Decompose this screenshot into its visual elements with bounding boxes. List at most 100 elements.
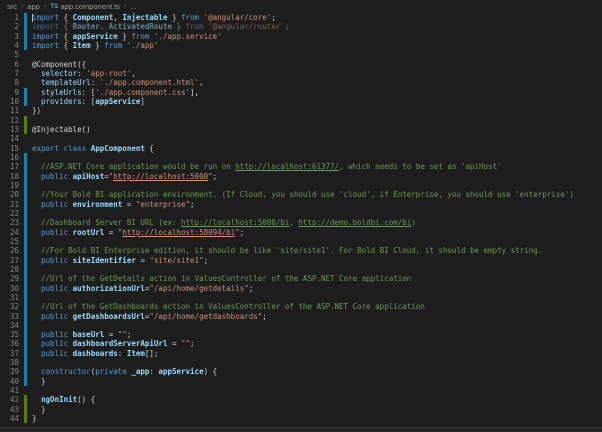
code-line[interactable]: 6@Component({ [0, 60, 602, 69]
git-modified-indicator [24, 339, 27, 348]
chevron-right-icon: › [21, 3, 23, 10]
code-token: from [131, 32, 149, 41]
code-line[interactable]: 12 [0, 116, 602, 125]
code-line[interactable]: 39 constructor(private _app: appService)… [0, 367, 602, 376]
code-line[interactable]: 20 //Your Bold BI application environmen… [0, 190, 602, 199]
code-line[interactable]: 15export class AppComponent { [0, 144, 602, 153]
code-token: = [136, 256, 150, 265]
line-number: 22 [0, 209, 24, 218]
code-token: = [104, 330, 118, 339]
line-number: 11 [0, 106, 24, 115]
code-token: []; [145, 349, 159, 358]
code-line[interactable]: 11}) [0, 106, 602, 115]
code-line[interactable]: 34 [0, 321, 602, 330]
breadcrumb-item-symbol[interactable]: ... [130, 2, 136, 11]
git-modified-indicator [24, 302, 27, 311]
code-token: ; [249, 284, 254, 293]
breadcrumb-item-app[interactable]: app [27, 2, 40, 11]
code-token: import [32, 41, 59, 50]
code-line[interactable]: 8 templateUrl: './app.component.html', [0, 78, 602, 87]
code-line[interactable]: 19 [0, 181, 602, 190]
line-number: 16 [0, 153, 24, 162]
code-line[interactable]: 44} [0, 414, 602, 423]
code-line[interactable]: 35 public baseUrl = ""; [0, 330, 602, 339]
code-token: @Injectable() [32, 125, 91, 134]
code-line[interactable]: 36 public dashboardServerApiUrl = ""; [0, 339, 602, 348]
code-line[interactable]: 3import { appService } from './app.servi… [0, 32, 602, 41]
code-line[interactable]: 31 [0, 293, 602, 302]
code-token: rootUrl [73, 228, 105, 237]
code-token: './app.service' [154, 32, 222, 41]
code-line[interactable]: 7 selector: 'app-root', [0, 69, 602, 78]
code-editor[interactable]: 1import { Component, Injectable } from '… [0, 13, 602, 427]
code-line[interactable]: 25 [0, 237, 602, 246]
code-line[interactable]: 2import { Router, ActivatedRoute } from … [0, 22, 602, 31]
code-line[interactable]: 26 //For Bold BI Enterprise edition, it … [0, 246, 602, 255]
code-token: '@angular/core' [204, 13, 272, 22]
code-token: { [59, 22, 73, 31]
code-token: public [41, 172, 68, 181]
code-line[interactable]: 41 [0, 386, 602, 395]
code-line[interactable]: 43 } [0, 405, 602, 414]
code-token [32, 395, 41, 404]
code-text: providers: [appService] [32, 97, 145, 106]
code-line[interactable]: 21 public environment = "enterprise"; [0, 200, 602, 209]
code-token: class [64, 144, 87, 153]
code-token: } [32, 377, 46, 386]
line-number: 2 [0, 22, 24, 31]
code-token: public [41, 200, 68, 209]
line-number: 5 [0, 50, 24, 59]
line-number: 9 [0, 88, 24, 97]
code-line[interactable]: 37 public dashboards: Item[]; [0, 349, 602, 358]
line-number: 33 [0, 312, 24, 321]
breadcrumb-item-src[interactable]: src [7, 2, 17, 11]
code-line[interactable]: 38 [0, 358, 602, 367]
code-line[interactable]: 24 public rootUrl = "http://localhost:58… [0, 228, 602, 237]
code-token: } [167, 13, 181, 22]
code-token: { [59, 13, 73, 22]
line-number: 37 [0, 349, 24, 358]
code-line[interactable]: 27 public siteIdentifier = "site/site1"; [0, 256, 602, 265]
code-token: "/api/home/getdetails" [149, 284, 248, 293]
code-line[interactable]: 32 //Url of the GetDashboards action in … [0, 302, 602, 311]
code-token: getDashboardsUrl [73, 312, 145, 321]
line-number: 29 [0, 274, 24, 283]
code-line[interactable]: 22 [0, 209, 602, 218]
code-line[interactable]: 5 [0, 50, 602, 59]
code-line[interactable]: 13 @Injectable() [0, 125, 602, 134]
code-line[interactable]: 16 [0, 153, 602, 162]
line-number: 7 [0, 69, 24, 78]
line-number: 15 [0, 144, 24, 153]
git-modified-indicator [24, 190, 27, 199]
code-line[interactable]: 28 [0, 265, 602, 274]
line-number: 24 [0, 228, 24, 237]
typescript-file-icon: TS [50, 3, 58, 10]
code-token: @Component({ [32, 60, 86, 69]
code-text: import { appService } from './app.servic… [32, 32, 222, 41]
line-number: 34 [0, 321, 24, 330]
code-token: ; [190, 339, 195, 348]
breadcrumb-item-file[interactable]: app.component.ts [61, 2, 121, 11]
breadcrumb: src › app › TS app.component.ts › ... [0, 0, 602, 13]
code-token: http://localhost:5000 [113, 172, 208, 181]
code-token: ; [204, 256, 209, 265]
line-number: 12 [0, 116, 24, 125]
code-line[interactable]: 30 public authorizationUrl="/api/home/ge… [0, 284, 602, 293]
code-line[interactable]: 4import { Item } from './app' [0, 41, 602, 50]
code-token: public [41, 330, 68, 339]
line-number: 38 [0, 358, 24, 367]
code-line[interactable]: 17 //ASP.NET Core application would be r… [0, 162, 602, 171]
code-line[interactable]: 29 //Url of the GetDetails action in Val… [0, 274, 602, 283]
code-line[interactable]: 1import { Component, Injectable } from '… [0, 13, 602, 22]
code-line[interactable]: 40 } [0, 377, 602, 386]
code-line[interactable]: 10 providers: [appService] [0, 97, 602, 106]
code-line[interactable]: 42 ngOnInit() { [0, 395, 602, 404]
code-line[interactable]: 33 public getDashboardsUrl="/api/home/ge… [0, 312, 602, 321]
line-number: 13 [0, 125, 24, 134]
code-line[interactable]: 9 styleUrls: ['./app.component.css'], [0, 88, 602, 97]
line-number: 28 [0, 265, 24, 274]
line-number: 27 [0, 256, 24, 265]
code-line[interactable]: 18 public apiHost="http://localhost:5000… [0, 172, 602, 181]
code-line[interactable]: 23 //Dashboard Server BI URL (ex: http:/… [0, 218, 602, 227]
code-line[interactable]: 14 [0, 134, 602, 143]
